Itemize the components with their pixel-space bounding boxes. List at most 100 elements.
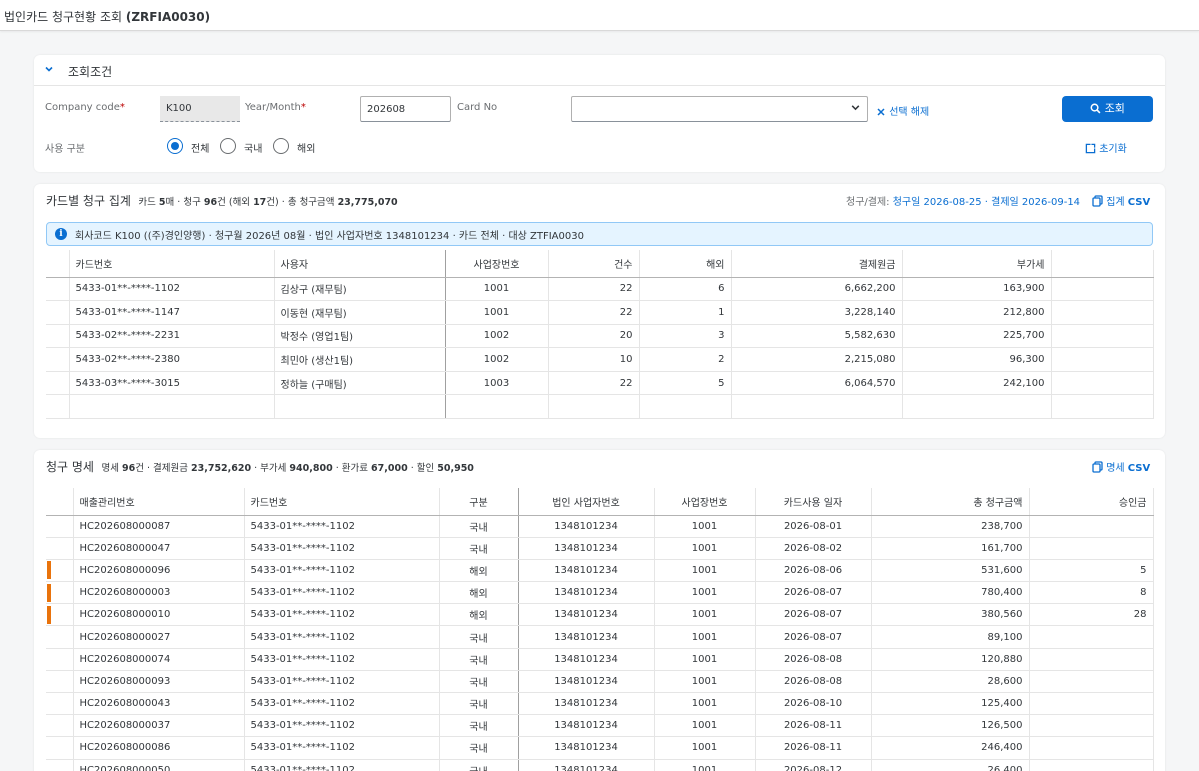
row-selector[interactable]	[46, 603, 74, 627]
year-month-field[interactable]: 202608	[360, 96, 451, 122]
table-cell: 1002	[445, 324, 549, 349]
table-row[interactable]: 5433-03**-****-3015 정하늘 (구매팀) 1003 22 5 6,064…	[46, 371, 1154, 396]
column-header[interactable]: 법인 사업자번호	[518, 488, 655, 516]
card-no-label: Card No	[457, 102, 498, 113]
usage-radio-all[interactable]	[167, 138, 183, 154]
table-cell: 1001	[654, 736, 756, 760]
column-header[interactable]: 승인금	[1029, 488, 1154, 516]
row-selector[interactable]	[46, 759, 74, 771]
table-row[interactable]: 5433-01**-****-1147 이동현 (재무팀) 1001 22 1 3,228…	[46, 300, 1154, 325]
usage-radio-domestic[interactable]	[220, 138, 236, 154]
table-cell: 해외	[439, 581, 519, 605]
table-row[interactable]: 5433-01**-****-1102 김상구 (재무팀) 1001 22 6 6,662…	[46, 277, 1154, 302]
table-row[interactable]: HC202608000047 5433-01**-****-1102 국내 13481…	[46, 537, 1154, 560]
table-cell: 1348101234	[518, 603, 655, 627]
table-row[interactable]: HC202608000037 5433-01**-****-1102 국내 13481…	[46, 714, 1154, 738]
table-row[interactable]: HC2026080000505433-01**-****-1102국내13481…	[46, 759, 1154, 771]
column-header[interactable]: 사업장번호	[445, 250, 549, 278]
row-selector[interactable]	[46, 559, 74, 583]
row-selector[interactable]	[46, 537, 74, 560]
table-cell: HC202608000074	[73, 648, 245, 671]
column-header[interactable]: 카드사용 일자	[755, 488, 872, 516]
table-cell: 3	[639, 324, 732, 349]
table-cell: 10	[548, 347, 640, 372]
usage-radio-overseas[interactable]	[273, 138, 289, 154]
clear-selection-button[interactable]: 선택 해제	[876, 103, 929, 120]
row-selector[interactable]	[46, 581, 74, 605]
column-header[interactable]: 부가세	[902, 250, 1052, 278]
summary-header: 카드별 청구 집계 카드 5매 · 청구 96건 (해외 17건) · 총 청구…	[46, 192, 398, 209]
table-cell: 5433-01**-****-1102	[244, 692, 440, 716]
row-selector[interactable]	[46, 347, 70, 372]
table-row[interactable]: 5433-02**-****-2231 박정수 (영업1팀) 1002 20 3 5,58…	[46, 324, 1154, 349]
card-no-select[interactable]	[571, 96, 868, 122]
row-selector[interactable]	[46, 277, 70, 302]
filler-cell	[1051, 277, 1154, 302]
row-selector[interactable]	[46, 300, 70, 325]
table-row[interactable]: HC202608000043 5433-01**-****-1102 국내 13481…	[46, 692, 1154, 716]
column-header[interactable]: 구분	[439, 488, 519, 516]
table-cell: 1348101234	[518, 670, 655, 694]
claim-detail-table: 매출관리번호 카드번호 구분 법인 사업자번호 사업장번호 카드사용 일자 총 …	[46, 488, 1154, 771]
table-cell: 89,100	[871, 625, 1030, 649]
copy-icon	[1092, 195, 1103, 210]
table-cell: 6	[639, 277, 732, 302]
table-row[interactable]: HC202608000027 5433-01**-****-1102 국내 13481…	[46, 625, 1154, 649]
row-selector[interactable]	[46, 670, 74, 694]
table-cell	[1029, 625, 1154, 649]
summary-csv-button[interactable]: 집계 CSV	[1092, 193, 1150, 210]
table-cell: 163,900	[902, 277, 1052, 302]
table-cell: 5433-01**-****-1147	[69, 300, 275, 325]
reset-button[interactable]: 초기화	[1085, 140, 1127, 157]
row-selector[interactable]	[46, 324, 70, 349]
table-cell: 1348101234	[518, 537, 655, 560]
row-selector[interactable]	[46, 648, 74, 671]
column-header[interactable]: 카드번호	[69, 250, 275, 278]
row-selector[interactable]	[46, 371, 70, 396]
table-row[interactable]: HC202608000074 5433-01**-****-1102 국내 13481…	[46, 648, 1154, 671]
filter-panel-header[interactable]: 조회조건	[34, 55, 1165, 86]
table-row[interactable]: HC202608000003 5433-01**-****-1102 해외 13481…	[46, 581, 1154, 605]
table-row[interactable]: HC202608000093 5433-01**-****-1102 국내 13481…	[46, 670, 1154, 694]
usage-type-label: 사용 구분	[45, 144, 85, 155]
table-cell: 1001	[654, 603, 756, 627]
table-cell: 1001	[654, 559, 756, 583]
company-code-field[interactable]: K100	[160, 96, 240, 122]
row-selector[interactable]	[46, 692, 74, 716]
table-cell: 2026-08-10	[755, 692, 872, 716]
row-selector[interactable]	[46, 714, 74, 738]
row-selector[interactable]	[46, 736, 74, 760]
table-cell	[1029, 714, 1154, 738]
table-row[interactable]: HC202608000086 5433-01**-****-1102 국내 13481…	[46, 736, 1154, 760]
table-cell: 5433-01**-****-1102	[244, 759, 440, 771]
table-cell: 2026-08-11	[755, 736, 872, 760]
column-header[interactable]: 총 청구금액	[871, 488, 1030, 516]
column-header[interactable]: 사용자	[274, 250, 446, 278]
table-row[interactable]: HC202608000087 5433-01**-****-1102 국내 13481…	[46, 515, 1154, 538]
table-cell: 1001	[654, 515, 756, 538]
table-cell: 국내	[439, 714, 519, 738]
table-row[interactable]: HC202608000010 5433-01**-****-1102 해외 13481…	[46, 603, 1154, 627]
row-selector[interactable]	[46, 515, 74, 538]
table-row[interactable]: 5433-02**-****-2380 최민아 (생산1팀) 1002 10 2 2,21…	[46, 347, 1154, 372]
chevron-down-icon[interactable]	[850, 102, 861, 116]
chevron-down-icon[interactable]	[44, 64, 54, 77]
row-selector[interactable]	[46, 625, 74, 649]
table-cell: 2026-08-12	[755, 759, 872, 771]
detail-csv-button[interactable]: 명세 CSV	[1092, 459, 1150, 476]
column-header[interactable]: 매출관리번호	[73, 488, 245, 516]
column-header[interactable]: 결제원금	[731, 250, 903, 278]
table-cell: 국내	[439, 537, 519, 560]
billing-info: 청구/결제: 청구일 2026-08-25 · 결제일 2026-09-14	[846, 197, 1081, 208]
overseas-row-flag	[47, 583, 51, 602]
column-header[interactable]: 건수	[548, 250, 640, 278]
table-cell: 1001	[654, 714, 756, 738]
column-header[interactable]: 카드번호	[244, 488, 440, 516]
column-header[interactable]: 사업장번호	[654, 488, 756, 516]
table-row[interactable]: HC202608000096 5433-01**-****-1102 해외 13481…	[46, 559, 1154, 583]
search-button[interactable]: 조회	[1062, 96, 1153, 122]
summary-title: 카드별 청구 집계	[46, 194, 131, 208]
column-header[interactable]: 해외	[639, 250, 732, 278]
table-cell: 2026-08-01	[755, 515, 872, 538]
table-cell: 2026-08-06	[755, 559, 872, 583]
